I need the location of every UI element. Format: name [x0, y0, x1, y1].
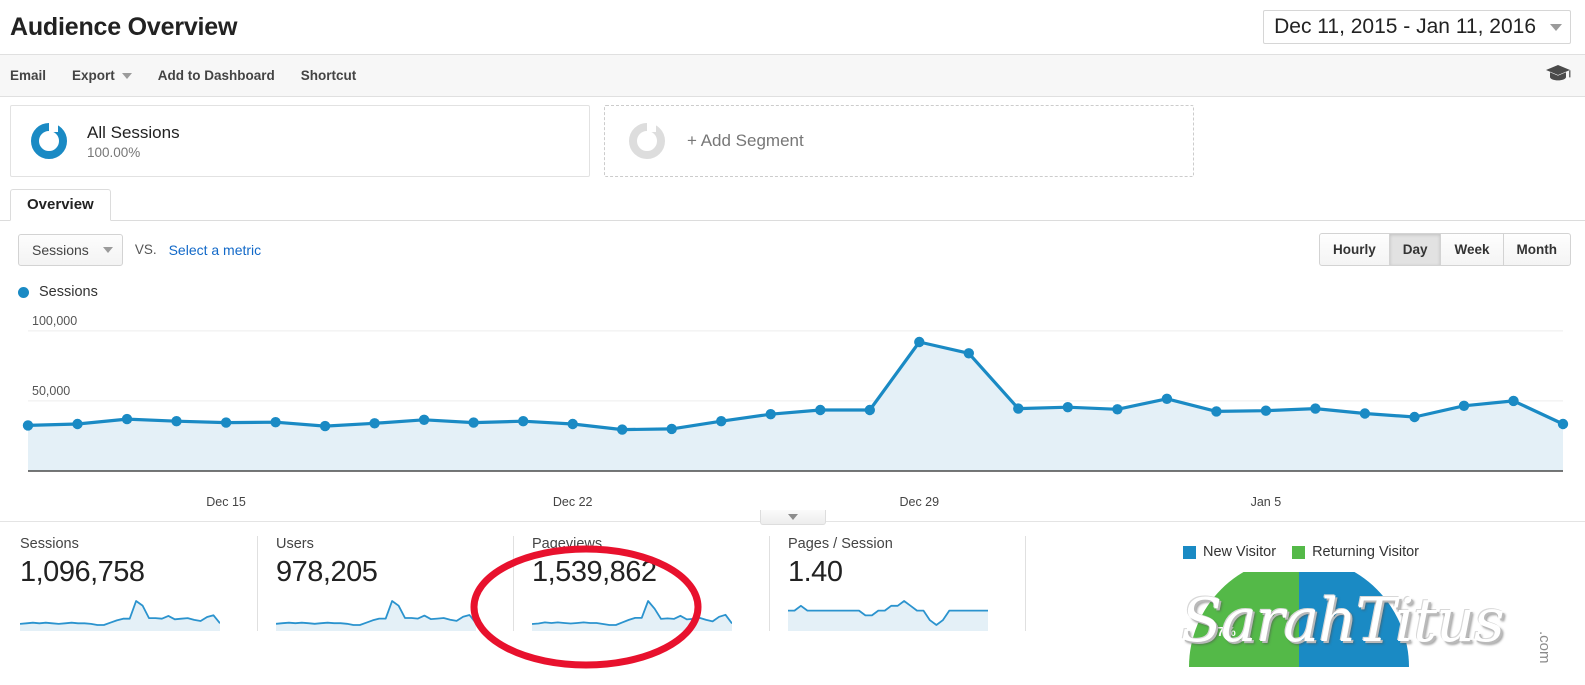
sessions-chart[interactable]: 50,000 100,000 Dec 15 Dec 22 Dec 29 Jan 5	[0, 306, 1585, 519]
report-toolbar: Email Export Add to Dashboard Shortcut	[0, 55, 1585, 97]
x-axis-tick-label: Dec 15	[206, 495, 246, 509]
segment-name: All Sessions	[87, 122, 180, 142]
legend-label-sessions: Sessions	[39, 284, 98, 300]
sparkline-sessions	[20, 600, 220, 632]
add-segment-label: + Add Segment	[687, 131, 804, 150]
granularity-month[interactable]: Month	[1503, 233, 1571, 266]
legend-new-visitor[interactable]: New Visitor	[1183, 544, 1276, 560]
add-to-dashboard-label: Add to Dashboard	[157, 68, 275, 83]
x-axis-tick-label: Dec 22	[552, 495, 593, 509]
x-axis-tick-label: Jan 5	[1250, 495, 1282, 509]
segment-percent: 100.00%	[87, 145, 141, 161]
export-label: Export	[72, 68, 115, 83]
metric-card-label: Sessions	[20, 536, 79, 552]
report-tabs: Overview	[0, 189, 1585, 221]
metric-card-pages-per-session[interactable]: Pages / Session 1.40	[770, 536, 1026, 632]
visitor-breakdown-panel: New Visitor Returning Visitor 7% SarahTi…	[1165, 540, 1585, 685]
date-range-picker[interactable]: Dec 11, 2015 - Jan 11, 2016	[1263, 10, 1571, 44]
svg-text:50,000: 50,000	[32, 384, 70, 398]
sarahtitus-logo: SarahTitus .com	[1165, 578, 1565, 670]
chart-series-legend: Sessions	[0, 266, 1585, 306]
sessions-chart-svg: 50,000 100,000	[22, 314, 1569, 472]
sparkline-pages-per-session	[788, 600, 988, 632]
visitor-pie-chart[interactable]: 7% SarahTitus .com	[1165, 572, 1585, 672]
returning-visitor-swatch-icon	[1292, 545, 1306, 559]
chevron-down-icon	[121, 72, 132, 79]
metric-card-value: 1,539,862	[532, 556, 657, 588]
segment-bar: All Sessions 100.00% + Add Segment	[0, 97, 1585, 177]
metric-card-value: 1,096,758	[20, 556, 145, 588]
metric-card-label: Users	[276, 536, 314, 552]
metric-select-value: Sessions	[32, 241, 89, 258]
chevron-down-icon	[102, 246, 113, 253]
add-segment-button[interactable]: + Add Segment	[604, 105, 1194, 177]
logo-suffix: .com	[1536, 631, 1553, 664]
metric-card-value: 1.40	[788, 556, 843, 588]
svg-text:100,000: 100,000	[32, 314, 77, 328]
segment-all-sessions[interactable]: All Sessions 100.00%	[10, 105, 590, 177]
graduation-cap-icon[interactable]	[1545, 64, 1571, 87]
sparkline-users	[276, 600, 476, 632]
select-a-metric-link[interactable]: Select a metric	[169, 242, 262, 258]
granularity-day[interactable]: Day	[1389, 233, 1442, 266]
granularity-toggle: Hourly Day Week Month	[1318, 233, 1571, 266]
chevron-down-icon	[1550, 23, 1562, 31]
shortcut-button[interactable]: Shortcut	[301, 68, 357, 83]
new-visitor-swatch-icon	[1183, 545, 1196, 559]
metric-card-sessions[interactable]: Sessions 1,096,758	[20, 536, 258, 632]
email-label: Email	[10, 68, 47, 83]
segment-donut-icon	[31, 123, 67, 159]
page-title: Audience Overview	[10, 12, 238, 41]
new-visitor-label: New Visitor	[1203, 544, 1277, 560]
vs-label: VS.	[134, 242, 157, 257]
metric-card-pageviews[interactable]: Pageviews 1,539,862	[514, 536, 770, 632]
date-range-text: Dec 11, 2015 - Jan 11, 2016	[1274, 15, 1536, 38]
legend-returning-visitor[interactable]: Returning Visitor	[1292, 544, 1419, 560]
metric-card-label: Pageviews	[532, 536, 603, 552]
metric-card-label: Pages / Session	[788, 536, 893, 552]
add-to-dashboard-button[interactable]: Add to Dashboard	[158, 68, 275, 83]
returning-visitor-label: Returning Visitor	[1312, 544, 1419, 560]
page-header: Audience Overview Dec 11, 2015 - Jan 11,…	[0, 0, 1585, 55]
shortcut-label: Shortcut	[300, 68, 357, 83]
legend-dot-icon	[18, 286, 29, 298]
chart-controls: Sessions VS. Select a metric Hourly Day …	[0, 221, 1585, 266]
metric-card-users[interactable]: Users 978,205	[258, 536, 514, 632]
metric-select[interactable]: Sessions	[18, 233, 123, 266]
visitor-legend: New Visitor Returning Visitor	[1165, 540, 1585, 560]
logo-wordmark: SarahTitus	[1181, 586, 1505, 656]
x-axis-tick-label: Dec 29	[899, 495, 940, 509]
chevron-down-icon	[787, 514, 798, 520]
export-button[interactable]: Export	[72, 68, 132, 83]
email-button[interactable]: Email	[10, 68, 46, 83]
sparkline-pageviews	[532, 600, 732, 632]
granularity-week[interactable]: Week	[1441, 233, 1504, 266]
metric-card-value: 978,205	[276, 556, 378, 588]
add-segment-donut-icon	[629, 123, 665, 159]
granularity-hourly[interactable]: Hourly	[1318, 233, 1390, 266]
tab-overview[interactable]: Overview	[10, 189, 111, 221]
